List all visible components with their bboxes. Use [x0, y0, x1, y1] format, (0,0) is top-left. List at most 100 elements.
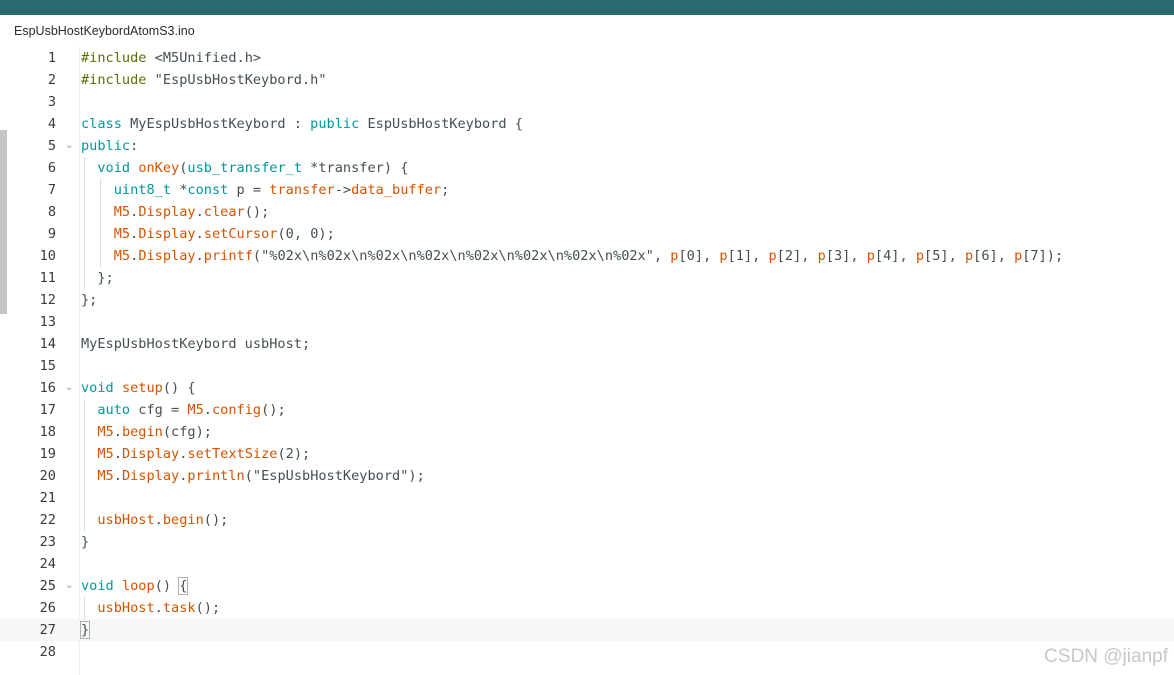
code-line[interactable]: 17 auto cfg = M5.config(); [0, 399, 1174, 421]
code-text: MyEspUsbHostKeybord usbHost; [81, 333, 310, 355]
line-number: 7 [47, 182, 56, 198]
code-line[interactable]: 2 #include "EspUsbHostKeybord.h" [0, 69, 1174, 91]
code-line[interactable]: 6 void onKey(usb_transfer_t *transfer) { [0, 157, 1174, 179]
fold-chevron-icon[interactable]: ⌄ [65, 377, 73, 399]
code-token: begin [121, 424, 163, 440]
code-line[interactable]: 21 [0, 487, 1174, 509]
code-line[interactable]: 1 #include <M5Unified.h> [0, 47, 1174, 69]
code-token: [5], [924, 248, 965, 264]
code-token: ("EspUsbHostKeybord"); [244, 468, 425, 484]
watermark: CSDN @jianpf [1044, 646, 1168, 667]
code-token: (2); [277, 446, 311, 462]
code-token: config [211, 402, 262, 418]
line-number: 8 [47, 204, 56, 220]
code-token: : [130, 138, 139, 154]
tab-sketch-file[interactable]: EspUsbHostKeybordAtomS3.ino [4, 17, 205, 45]
code-line[interactable]: 27} [0, 619, 1174, 641]
code-token: begin [162, 512, 204, 528]
code-token: #include [81, 50, 147, 66]
code-token: p [964, 248, 974, 264]
code-token: . [195, 204, 204, 220]
code-line[interactable]: 28 [0, 641, 1174, 663]
line-number: 26 [39, 600, 56, 616]
line-number: 22 [39, 512, 56, 528]
line-number: 12 [39, 292, 56, 308]
code-token: Display [138, 248, 196, 264]
code-token: auto [97, 402, 131, 418]
code-line[interactable]: 16 ⌄ void setup() { [0, 377, 1174, 399]
code-text: }; [81, 267, 114, 289]
code-token: task [162, 600, 196, 616]
code-token: clear [203, 204, 245, 220]
code-token: loop [121, 578, 155, 594]
code-token: p [768, 248, 777, 264]
code-line[interactable]: 4 class MyEspUsbHostKeybord : public EspU… [0, 113, 1174, 135]
code-token: [2], [776, 248, 818, 264]
code-token: }; [97, 270, 114, 286]
code-token: () [154, 578, 180, 594]
line-number: 5 [47, 138, 56, 154]
line-number: 15 [39, 358, 56, 374]
code-line[interactable]: 25 ⌄ void loop() { [0, 575, 1174, 597]
code-token: M5 [113, 248, 131, 264]
fold-chevron-icon[interactable]: ⌄ [65, 575, 73, 597]
code-token: printf [203, 248, 253, 264]
code-token: . [113, 424, 122, 440]
line-number: 17 [39, 402, 56, 418]
code-token: [3], [825, 248, 867, 264]
line-number: 10 [39, 248, 56, 264]
line-number: 24 [39, 556, 56, 572]
code-line[interactable]: 11 }; [0, 267, 1174, 289]
code-line[interactable]: 23} [0, 531, 1174, 553]
code-token: * [171, 182, 188, 198]
code-text: M5.begin(cfg); [81, 421, 212, 443]
line-number: 14 [39, 336, 56, 352]
code-token: ("%02x\n%02x\n%02x\n%02x\n%02x\n%02x\n%0… [252, 248, 671, 264]
code-token: const [187, 182, 229, 198]
code-text: usbHost.task(); [81, 597, 220, 619]
code-line[interactable]: 19 M5.Display.setTextSize(2); [0, 443, 1174, 465]
code-token: -> [334, 182, 352, 198]
code-token: [0], [678, 248, 720, 264]
code-token: (); [195, 600, 221, 616]
code-token: EspUsbHostKeybord { [359, 116, 523, 132]
code-line[interactable]: 13 [0, 311, 1174, 333]
fold-chevron-icon[interactable]: ⌄ [65, 135, 73, 157]
code-token: setup [121, 380, 163, 396]
code-token: Display [121, 468, 180, 484]
code-line[interactable]: 15 [0, 355, 1174, 377]
code-editor[interactable]: 1 #include <M5Unified.h> 2 #include "EspUsb… [0, 47, 1174, 675]
code-text: }; [81, 289, 97, 311]
code-line[interactable]: 7 uint8_t *const p = transfer->data_buff… [0, 179, 1174, 201]
code-token: . [154, 512, 163, 528]
code-token: [1], [727, 248, 769, 264]
tab-strip: EspUsbHostKeybordAtomS3.ino [0, 15, 1174, 47]
code-line[interactable]: 20 M5.Display.println("EspUsbHostKeybord… [0, 465, 1174, 487]
code-token: . [154, 600, 163, 616]
line-number: 2 [47, 72, 56, 88]
code-line[interactable]: 14 MyEspUsbHostKeybord usbHost; [0, 333, 1174, 355]
code-token: M5 [187, 402, 204, 418]
code-text: M5.Display.clear(); [81, 201, 270, 223]
code-token: . [195, 226, 204, 242]
code-line[interactable]: 5 ⌄ public: [0, 135, 1174, 157]
code-token: transfer [269, 182, 335, 198]
code-line[interactable]: 3 [0, 91, 1174, 113]
code-line[interactable]: 22 usbHost.begin(); [0, 509, 1174, 531]
code-line[interactable]: 12}; [0, 289, 1174, 311]
code-token: *transfer) { [302, 160, 409, 176]
code-line[interactable]: 10 M5.Display.printf("%02x\n%02x\n%02x\n… [0, 245, 1174, 267]
code-token: M5 [97, 468, 114, 484]
code-token: println [187, 468, 245, 484]
code-line[interactable]: 8 M5.Display.clear(); [0, 201, 1174, 223]
code-line[interactable]: 18 M5.begin(cfg); [0, 421, 1174, 443]
code-token: setTextSize [187, 446, 278, 462]
line-number: 9 [47, 226, 56, 242]
code-line[interactable]: 26 usbHost.task(); [0, 597, 1174, 619]
code-token: uint8_t [113, 182, 172, 198]
code-token: Display [138, 204, 196, 220]
code-line[interactable]: 24 [0, 553, 1174, 575]
code-token: () { [162, 380, 196, 396]
code-line[interactable]: 9 M5.Display.setCursor(0, 0); [0, 223, 1174, 245]
